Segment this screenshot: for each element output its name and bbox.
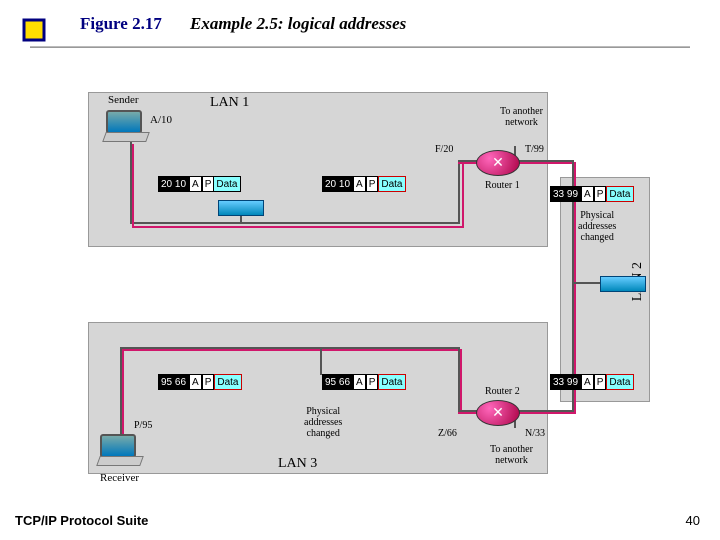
packet-5: 95 66 A P Data xyxy=(322,374,406,390)
router2-label: Router 2 xyxy=(485,386,520,397)
lan1-label: LAN 1 xyxy=(210,95,249,111)
hub-icon xyxy=(600,276,646,292)
packet-data: Data xyxy=(378,176,405,192)
to-another-network-bottom: To another network xyxy=(490,444,533,466)
page-number: 40 xyxy=(686,513,700,528)
packet-p: P xyxy=(202,176,215,192)
packet-p: P xyxy=(594,186,607,202)
addr-p95: P/95 xyxy=(134,420,152,431)
packet-a: A xyxy=(353,374,366,390)
wire xyxy=(458,162,460,222)
packet-p: P xyxy=(366,374,379,390)
packet-data: Data xyxy=(214,176,240,192)
router2-icon: ✕ xyxy=(476,400,520,426)
to-another-network-top: To another network xyxy=(500,106,543,128)
wire xyxy=(572,282,602,284)
packet-data: Data xyxy=(606,374,633,390)
phys-changed-bottom: Physical addresses changed xyxy=(304,406,342,439)
path-line xyxy=(460,349,462,414)
network-diagram: LAN 1 LAN 2 LAN 3 ✕ ✕ Sender A/10 F/20 T… xyxy=(100,92,660,492)
path-line xyxy=(120,349,462,351)
slide-header: Figure 2.17 Example 2.5: logical address… xyxy=(20,10,700,50)
addr-t99: T/99 xyxy=(525,144,544,155)
path-line xyxy=(514,412,576,414)
packet-6: 33 99 A P Data xyxy=(550,374,634,390)
lan3-label: LAN 3 xyxy=(278,456,317,472)
sender-label: Sender xyxy=(108,94,139,106)
sender-laptop-icon xyxy=(106,110,156,146)
router1-label: Router 1 xyxy=(485,180,520,191)
packet-p: P xyxy=(366,176,379,192)
bullet-icon xyxy=(20,16,48,44)
packet-a: A xyxy=(353,176,366,192)
addr-n33: N/33 xyxy=(525,428,545,439)
packet-p: P xyxy=(202,374,215,390)
lan1-bus xyxy=(130,222,460,224)
receiver-label: Receiver xyxy=(100,472,139,484)
packet-2: 20 10 A P Data xyxy=(322,176,406,192)
packet-a: A xyxy=(189,374,202,390)
packet-1: 20 10 A P Data xyxy=(158,176,241,192)
packet-mac: 95 66 xyxy=(158,374,189,390)
footer-text: TCP/IP Protocol Suite xyxy=(15,513,148,528)
packet-mac: 33 99 xyxy=(550,374,581,390)
packet-4: 95 66 A P Data xyxy=(158,374,242,390)
wire xyxy=(320,347,322,375)
hub-icon xyxy=(218,200,264,216)
header-divider xyxy=(30,46,690,48)
path-line xyxy=(122,349,124,439)
path-line xyxy=(462,164,464,228)
addr-f20: F/20 xyxy=(435,144,453,155)
addr-a10: A/10 xyxy=(150,114,172,126)
path-line xyxy=(132,144,134,226)
example-label: Example 2.5: logical addresses xyxy=(190,14,406,34)
packet-a: A xyxy=(581,374,594,390)
packet-data: Data xyxy=(214,374,241,390)
packet-mac: 33 99 xyxy=(550,186,581,202)
router1-icon: ✕ xyxy=(476,150,520,176)
lan3-region xyxy=(88,322,548,474)
packet-a: A xyxy=(189,176,202,192)
packet-data: Data xyxy=(378,374,405,390)
packet-3: 33 99 A P Data xyxy=(550,186,634,202)
packet-mac: 20 10 xyxy=(322,176,353,192)
packet-mac: 95 66 xyxy=(322,374,353,390)
path-line xyxy=(132,226,462,228)
packet-p: P xyxy=(594,374,607,390)
packet-a: A xyxy=(581,186,594,202)
packet-data: Data xyxy=(606,186,633,202)
packet-mac: 20 10 xyxy=(158,176,189,192)
phys-changed-top: Physical addresses changed xyxy=(578,210,616,243)
addr-z66: Z/66 xyxy=(438,428,457,439)
figure-label: Figure 2.17 xyxy=(80,14,162,34)
receiver-laptop-icon xyxy=(100,434,150,470)
path-line xyxy=(516,162,574,164)
